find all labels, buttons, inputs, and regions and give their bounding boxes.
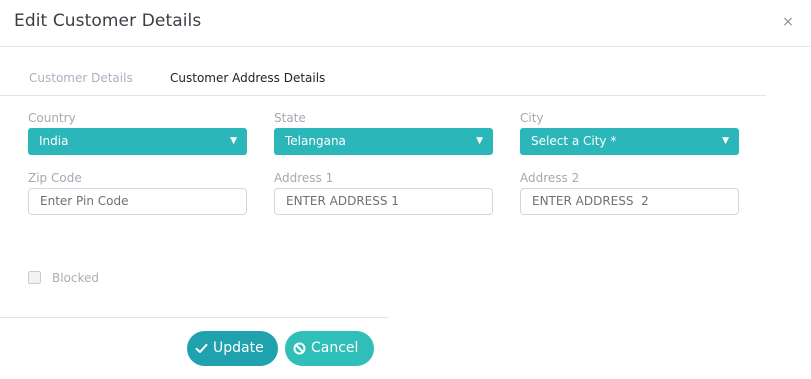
blocked-label: Blocked [52,271,100,285]
blocked-checkbox[interactable] [28,271,41,284]
city-select[interactable]: Select a City * ▼ [520,128,739,155]
zip-code-input[interactable]: Enter Pin Code [28,188,247,215]
state-select[interactable]: Telangana ▼ [274,128,493,155]
state-select-value: Telangana [285,134,346,148]
tab-customer-details[interactable]: Customer Details [29,71,133,85]
close-icon[interactable]: × [781,15,795,29]
address2-input[interactable]: ENTER ADDRESS 2 [520,188,739,215]
tab-bar: Customer Details Customer Address Detail… [0,47,766,96]
dialog-header: Edit Customer Details × [0,0,811,47]
dialog-title: Edit Customer Details [14,11,202,31]
country-select-value: India [39,134,69,148]
chevron-down-icon: ▼ [722,136,729,146]
city-label: City [520,111,544,125]
cancel-button[interactable]: Cancel [285,331,374,366]
tab-customer-address-details[interactable]: Customer Address Details [170,71,325,85]
country-label: Country [28,111,76,125]
check-icon [195,343,208,353]
cancel-button-label: Cancel [311,340,359,356]
country-select[interactable]: India ▼ [28,128,247,155]
footer-divider [0,317,388,318]
chevron-down-icon: ▼ [230,136,237,146]
chevron-down-icon: ▼ [476,136,483,146]
update-button[interactable]: Update [187,331,278,366]
state-label: State [274,111,306,125]
address1-label: Address 1 [274,171,334,185]
ban-icon [293,342,306,355]
city-select-value: Select a City * [531,134,617,148]
address1-input[interactable]: ENTER ADDRESS 1 [274,188,493,215]
address2-label: Address 2 [520,171,580,185]
zip-code-label: Zip Code [28,171,82,185]
update-button-label: Update [213,340,264,356]
